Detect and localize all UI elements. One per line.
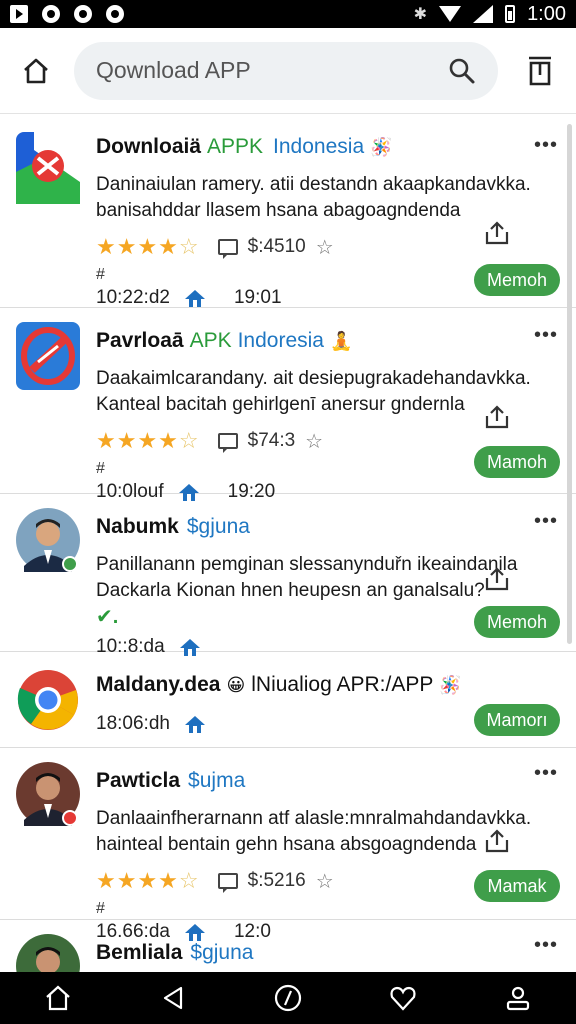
item-title[interactable]: Maldany.dea 😀 lNiualiog APR:/APP 🪅 — [96, 670, 540, 700]
search-input[interactable] — [96, 57, 448, 84]
nav-back-button[interactable] — [153, 978, 193, 1018]
rating-row: ★★★★☆ $:5216 ☆ — [96, 866, 540, 896]
profile-icon — [507, 986, 530, 1011]
item-description: Daakaimlcarandany. ait desiepugrakadehan… — [96, 368, 531, 415]
list-item[interactable]: Bemliala $gjuna ••• — [0, 920, 576, 972]
status-bar: ✱ 1:00 — [0, 0, 576, 28]
badge-icon: 🪅 — [439, 674, 462, 695]
nav-explore-button[interactable] — [268, 978, 308, 1018]
bookmarks-button[interactable] — [518, 49, 562, 93]
app-icon — [16, 322, 80, 390]
compass-icon — [274, 984, 302, 1012]
list-item[interactable]: Pavrloaā APK Indoresia 🧘 Daakaimlcaranda… — [0, 308, 576, 502]
star-rating: ★★★★☆ — [96, 428, 200, 453]
badge-icon: 🪅 — [370, 136, 393, 157]
hash-label: # — [96, 900, 105, 917]
comment-icon[interactable] — [217, 873, 238, 893]
home-icon — [45, 985, 70, 1011]
more-options-icon[interactable]: ••• — [534, 934, 558, 957]
rating-row: ★★★★☆ $74:3 ☆ — [96, 426, 540, 456]
search-icon[interactable] — [448, 57, 476, 85]
battery-icon — [505, 5, 516, 23]
list-item[interactable]: Downloaiä APPK Indonesia 🪅 Daninaiulan r… — [0, 114, 576, 308]
app-icon — [16, 132, 80, 204]
item-description: Daninaiulan ramery. atii destandn akaapk… — [96, 174, 531, 221]
item-description: Panillanann pemginan slessanynduřn ikeai… — [96, 554, 518, 601]
item-description: Danlaainfherarnann atf alasle:mnralmahda… — [96, 808, 532, 855]
back-icon — [163, 986, 182, 1010]
memo-button[interactable]: Mamorı — [474, 704, 560, 736]
timestamp: 10:22:d2 — [96, 287, 170, 308]
more-options-icon[interactable]: ••• — [534, 324, 558, 347]
memo-button[interactable]: Memoh — [474, 264, 560, 296]
share-icon[interactable] — [484, 404, 510, 430]
play-store-icon — [10, 5, 28, 23]
pinwheel-icon — [74, 5, 92, 23]
top-app-bar — [0, 28, 576, 114]
memo-button[interactable]: Mamak — [474, 870, 560, 902]
more-options-icon[interactable]: ••• — [534, 510, 558, 533]
status-time: 1:00 — [527, 2, 566, 25]
favorite-star-icon[interactable]: ☆ — [316, 869, 334, 894]
comment-icon[interactable] — [217, 239, 238, 259]
item-title[interactable]: Pawticla $ujma — [96, 766, 540, 796]
avatar — [16, 508, 80, 572]
list-item[interactable]: Nabumk $gjuna Panillanann pemginan sless… — [0, 494, 576, 657]
star-rating: ★★★★☆ — [96, 868, 200, 893]
heart-icon — [390, 986, 416, 1011]
more-options-icon[interactable]: ••• — [534, 134, 558, 157]
home-icon — [24, 58, 48, 83]
more-options-icon[interactable]: ••• — [534, 762, 558, 785]
item-title[interactable]: Nabumk $gjuna — [96, 512, 540, 542]
home-mini-icon — [184, 716, 205, 733]
chrome-icon — [16, 668, 80, 732]
messenger-icon — [106, 5, 124, 23]
nav-home-button[interactable] — [38, 978, 78, 1018]
item-title[interactable]: Pavrloaā APK Indoresia 🧘 — [96, 326, 540, 356]
home-button[interactable] — [14, 49, 58, 93]
item-title[interactable]: Downloaiä APPK Indonesia 🪅 — [96, 132, 540, 162]
notification-icons — [10, 5, 124, 23]
comment-icon[interactable] — [217, 433, 238, 453]
bluetooth-icon: ✱ — [413, 6, 428, 23]
item-title[interactable]: Bemliala $gjuna — [96, 938, 540, 968]
share-icon[interactable] — [484, 828, 510, 854]
share-icon[interactable] — [484, 220, 510, 246]
memo-button[interactable]: Mamoh — [474, 446, 560, 478]
nav-favorites-button[interactable] — [383, 978, 423, 1018]
favorite-star-icon[interactable]: ☆ — [305, 429, 323, 454]
list-item[interactable]: Pawticla $ujma Danlaainfherarnann atf al… — [0, 748, 576, 942]
price-label: $:5216 — [247, 870, 306, 891]
app-feed[interactable]: Downloaiä APPK Indonesia 🪅 Daninaiulan r… — [0, 114, 576, 972]
share-icon[interactable] — [484, 566, 510, 592]
avatar — [16, 934, 80, 972]
price-label: $:4510 — [247, 236, 306, 257]
timestamp-secondary: 19:01 — [233, 287, 282, 308]
copyright-icon — [42, 5, 60, 23]
badge-icon: 🧘 — [329, 330, 353, 351]
favorite-star-icon[interactable]: ☆ — [316, 235, 334, 260]
face-emoji-icon: 😀 — [226, 674, 246, 695]
bookmark-tray-icon — [529, 56, 551, 85]
price-label: $74:3 — [247, 430, 296, 451]
scrollbar[interactable] — [567, 124, 572, 644]
avatar — [16, 762, 80, 826]
star-rating: ★★★★☆ — [96, 234, 200, 259]
timestamp: 18:06:dh — [96, 713, 170, 734]
wifi-icon — [439, 6, 462, 22]
list-item[interactable]: Maldany.dea 😀 lNiualiog APR:/APP 🪅 18:06… — [0, 652, 576, 748]
memo-button[interactable]: Memoh — [474, 606, 560, 638]
time-row: 18:06:dh — [96, 710, 540, 738]
search-bar[interactable] — [74, 41, 498, 100]
rating-row: ★★★★☆ $:4510 ☆ — [96, 232, 540, 262]
bottom-navigation — [0, 972, 576, 1024]
home-mini-icon — [184, 290, 205, 307]
nav-profile-button[interactable] — [498, 978, 538, 1018]
signal-icon — [473, 5, 494, 23]
